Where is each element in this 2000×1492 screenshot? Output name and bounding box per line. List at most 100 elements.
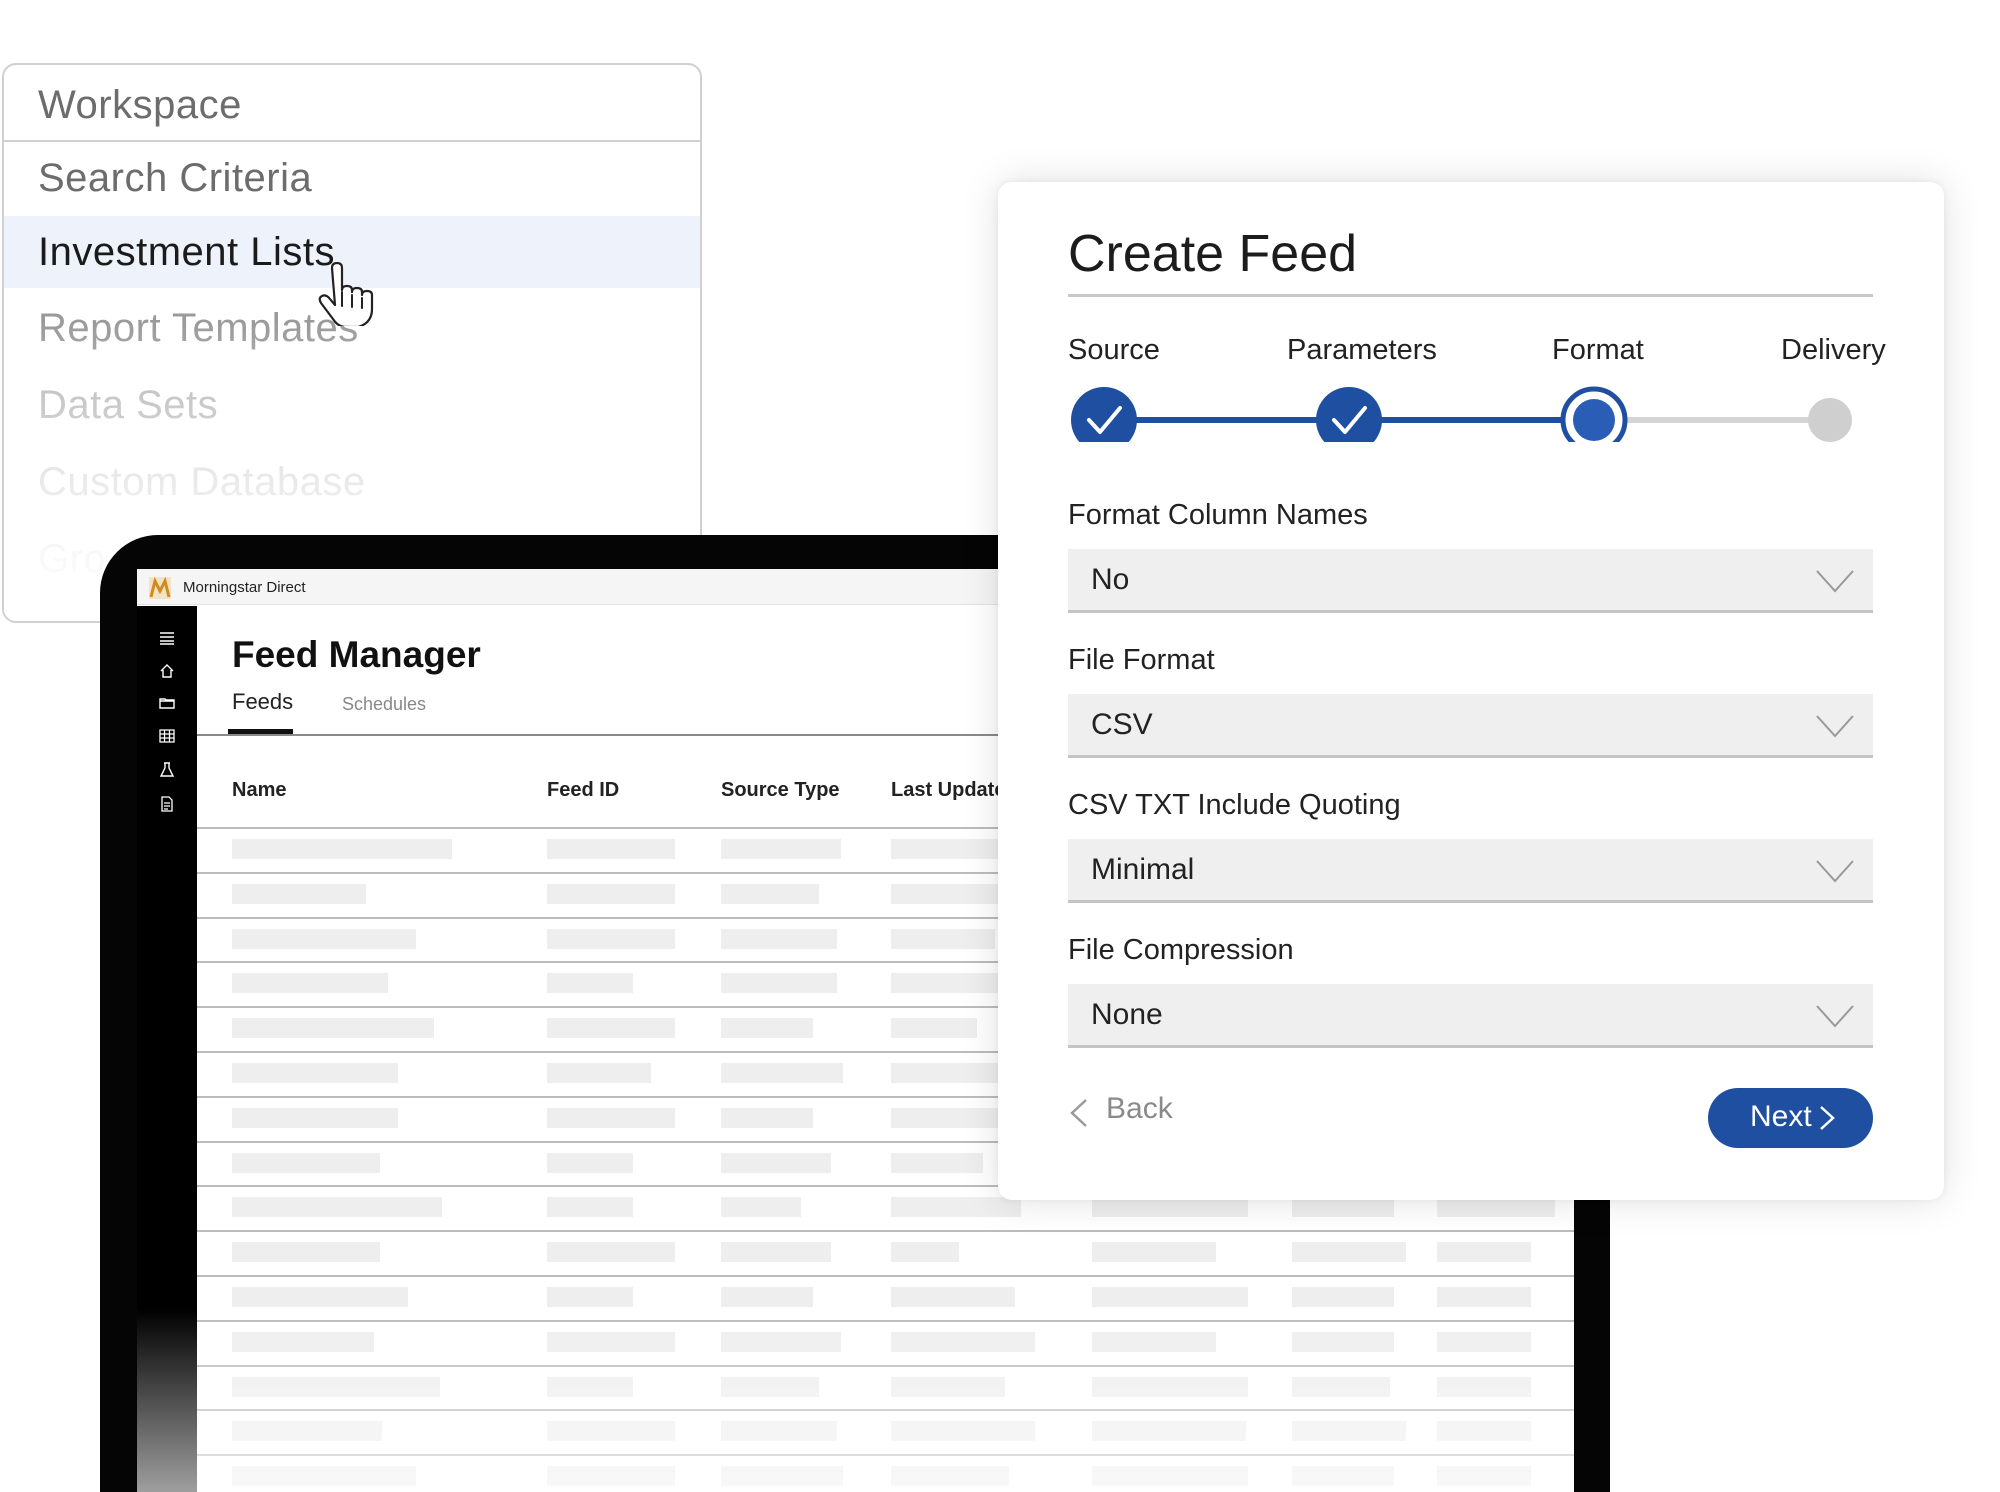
loading-placeholder (1437, 1466, 1531, 1487)
loading-placeholder (547, 1331, 675, 1352)
table-row-divider (197, 1454, 1574, 1457)
column-header-name[interactable]: Name (232, 779, 286, 802)
grid-icon[interactable] (159, 728, 175, 744)
loading-placeholder (547, 1018, 675, 1039)
loading-placeholder (232, 1018, 434, 1039)
create-feed-dialog: Create Feed Source Parameters Format Del… (998, 182, 1944, 1200)
back-label: Back (1106, 1092, 1173, 1125)
loading-placeholder (1292, 1376, 1390, 1397)
loading-placeholder (891, 1376, 1005, 1397)
table-row-divider (197, 1230, 1574, 1233)
loading-placeholder (1292, 1242, 1406, 1263)
loading-placeholder (891, 1421, 1035, 1442)
loading-placeholder (721, 1152, 831, 1173)
loading-placeholder (1092, 1287, 1248, 1307)
loading-placeholder (721, 928, 837, 949)
loading-placeholder (721, 1242, 831, 1263)
loading-placeholder (1092, 1466, 1248, 1487)
select-value: None (1091, 998, 1163, 1031)
loading-placeholder (891, 1242, 959, 1263)
loading-placeholder (547, 1197, 633, 1218)
column-header-source-type[interactable]: Source Type (721, 779, 840, 802)
next-button[interactable]: Next (1708, 1088, 1873, 1148)
loading-placeholder (1437, 1287, 1531, 1307)
loading-placeholder (1437, 1376, 1531, 1397)
loading-placeholder (1292, 1466, 1394, 1487)
loading-placeholder (232, 1063, 398, 1083)
loading-placeholder (891, 928, 995, 949)
column-header-last-update[interactable]: Last Update (891, 779, 1005, 802)
chevron-left-icon (1070, 1099, 1087, 1127)
select-format-column-names[interactable]: No (1068, 549, 1873, 613)
loading-placeholder (547, 1152, 633, 1173)
loading-placeholder (1437, 1331, 1531, 1352)
menu-item-custom-database[interactable]: Custom Database (4, 446, 700, 518)
table-row-divider (197, 1364, 1574, 1367)
loading-placeholder (547, 1421, 675, 1442)
loading-placeholder (891, 1063, 1011, 1083)
step-dot-format[interactable] (1560, 386, 1628, 442)
field-label-file-compression: File Compression (1068, 934, 1294, 966)
loading-placeholder (891, 973, 1011, 994)
loading-placeholder (1092, 1331, 1216, 1352)
loading-placeholder (721, 973, 837, 994)
step-dot-source[interactable] (1071, 387, 1137, 442)
select-file-format[interactable]: CSV (1068, 694, 1873, 758)
loading-placeholder (891, 1287, 1015, 1307)
select-csv-txt-include-quoting[interactable]: Minimal (1068, 839, 1873, 903)
home-icon[interactable] (159, 663, 175, 679)
loading-placeholder (547, 928, 675, 949)
loading-placeholder (721, 1287, 813, 1307)
chevron-down-icon (1816, 570, 1854, 593)
workspace-header: Workspace (4, 65, 700, 142)
loading-placeholder (721, 883, 819, 904)
loading-placeholder (721, 839, 841, 859)
loading-placeholder (1092, 1197, 1248, 1218)
loading-placeholder (547, 973, 633, 994)
loading-placeholder (1092, 1376, 1248, 1397)
select-value: Minimal (1091, 853, 1195, 886)
loading-placeholder (891, 1152, 983, 1173)
field-label-file-format: File Format (1068, 644, 1215, 676)
loading-placeholder (232, 1331, 374, 1352)
menu-item-data-sets[interactable]: Data Sets (4, 369, 700, 441)
loading-placeholder (891, 839, 1011, 859)
loading-placeholder (547, 1466, 675, 1487)
tab-schedules[interactable]: Schedules (342, 694, 426, 715)
loading-placeholder (232, 1242, 380, 1263)
loading-placeholder (547, 1287, 633, 1307)
page-title: Feed Manager (232, 634, 481, 675)
folder-icon[interactable] (159, 695, 175, 711)
field-label-csv-txt-include-quoting: CSV TXT Include Quoting (1068, 789, 1401, 821)
side-rail (137, 606, 197, 1492)
loading-placeholder (547, 1376, 633, 1397)
loading-placeholder (232, 1376, 440, 1397)
loading-placeholder (1292, 1197, 1394, 1218)
loading-placeholder (232, 1287, 408, 1307)
loading-placeholder (721, 1421, 837, 1442)
flask-icon[interactable] (159, 762, 175, 778)
select-value: No (1091, 563, 1130, 596)
step-dot-delivery[interactable] (1808, 398, 1852, 442)
loading-placeholder (1437, 1197, 1555, 1218)
loading-placeholder (1437, 1421, 1531, 1442)
column-header-feed-id[interactable]: Feed ID (547, 779, 619, 802)
select-value: CSV (1091, 708, 1153, 741)
loading-placeholder (232, 928, 416, 949)
loading-placeholder (891, 1107, 1011, 1128)
loading-placeholder (721, 1018, 813, 1039)
document-icon[interactable] (159, 796, 175, 812)
loading-placeholder (232, 1152, 380, 1173)
table-row-divider (197, 1409, 1574, 1412)
loading-placeholder (547, 883, 675, 904)
loading-placeholder (721, 1466, 843, 1487)
chevron-down-icon (1816, 1005, 1854, 1028)
morningstar-logo-icon (149, 577, 171, 599)
tab-feeds[interactable]: Feeds (232, 689, 293, 715)
menu-item-search-criteria[interactable]: Search Criteria (4, 142, 700, 214)
loading-placeholder (721, 1197, 801, 1218)
menu-icon[interactable] (159, 630, 175, 646)
back-button[interactable]: Back (1066, 1088, 1186, 1134)
select-file-compression[interactable]: None (1068, 984, 1873, 1048)
step-dot-parameters[interactable] (1316, 387, 1382, 442)
